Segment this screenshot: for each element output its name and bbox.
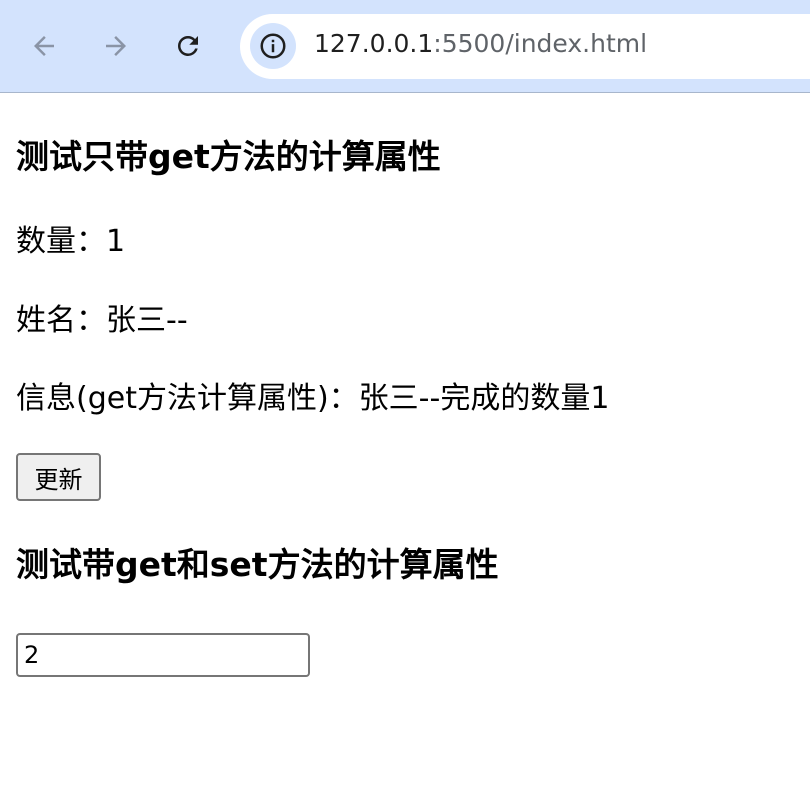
browser-toolbar: 127.0.0.1:5500/index.html bbox=[0, 0, 810, 93]
arrow-left-icon bbox=[34, 36, 54, 56]
value-input[interactable] bbox=[16, 633, 310, 677]
reload-icon bbox=[178, 36, 198, 56]
address-bar[interactable]: 127.0.0.1:5500/index.html bbox=[240, 14, 810, 79]
back-button[interactable] bbox=[24, 26, 64, 66]
info-text: 信息(get方法计算属性)：张三--完成的数量1 bbox=[16, 381, 610, 416]
heading-get-computed: 测试只带get方法的计算属性 bbox=[16, 137, 441, 176]
url-path: :5500/index.html bbox=[433, 29, 648, 58]
arrow-right-icon bbox=[106, 36, 126, 56]
update-button[interactable]: 更新 bbox=[16, 453, 101, 501]
reload-button[interactable] bbox=[168, 26, 208, 66]
count-text: 数量：1 bbox=[16, 224, 126, 259]
url-host: 127.0.0.1 bbox=[314, 29, 434, 58]
url-text: 127.0.0.1:5500/index.html bbox=[314, 29, 647, 58]
heading-get-set-computed: 测试带get和set方法的计算属性 bbox=[16, 545, 499, 584]
site-info-button[interactable] bbox=[250, 23, 296, 69]
info-icon bbox=[260, 33, 286, 59]
forward-button[interactable] bbox=[96, 26, 136, 66]
name-text: 姓名：张三-- bbox=[16, 303, 188, 338]
